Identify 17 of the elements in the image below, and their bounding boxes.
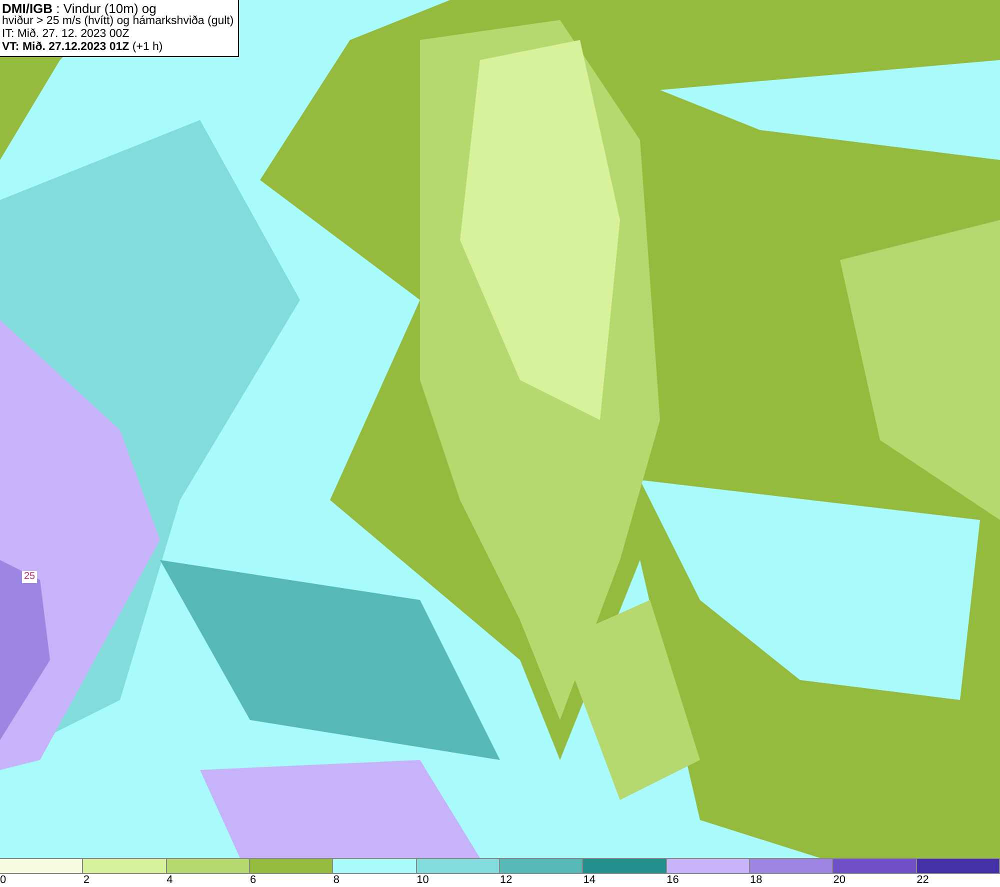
title-line: IT: Mið. 27. 12. 2023 00Z (2, 28, 130, 41)
legend-tick-label: 22 (916, 874, 929, 887)
contour-label: 25 (22, 571, 38, 583)
legend-tick-label: 10 (416, 874, 429, 887)
title-line: DMI/IGB : Vindur (10m) og (2, 2, 156, 15)
legend-tick-label: 4 (166, 874, 173, 887)
legend-tick-label: 14 (583, 874, 596, 887)
title-line: hviður > 25 m/s (hvítt) og hámarkshviða (gult) (2, 15, 234, 28)
legend-tick-label: 20 (833, 874, 846, 887)
legend-tick-label: 8 (333, 874, 340, 887)
title-line: VT: Mið. 27.12.2023 01Z (+1 h) (2, 41, 164, 54)
legend-tick-label: 6 (250, 874, 256, 887)
legend-tick-label: 18 (750, 874, 762, 887)
legend-tick-label: 2 (83, 874, 90, 887)
legend-tick-label: 12 (500, 874, 512, 887)
legend-tick-label: 0 (0, 874, 6, 887)
legend-tick-label: 16 (666, 874, 679, 887)
